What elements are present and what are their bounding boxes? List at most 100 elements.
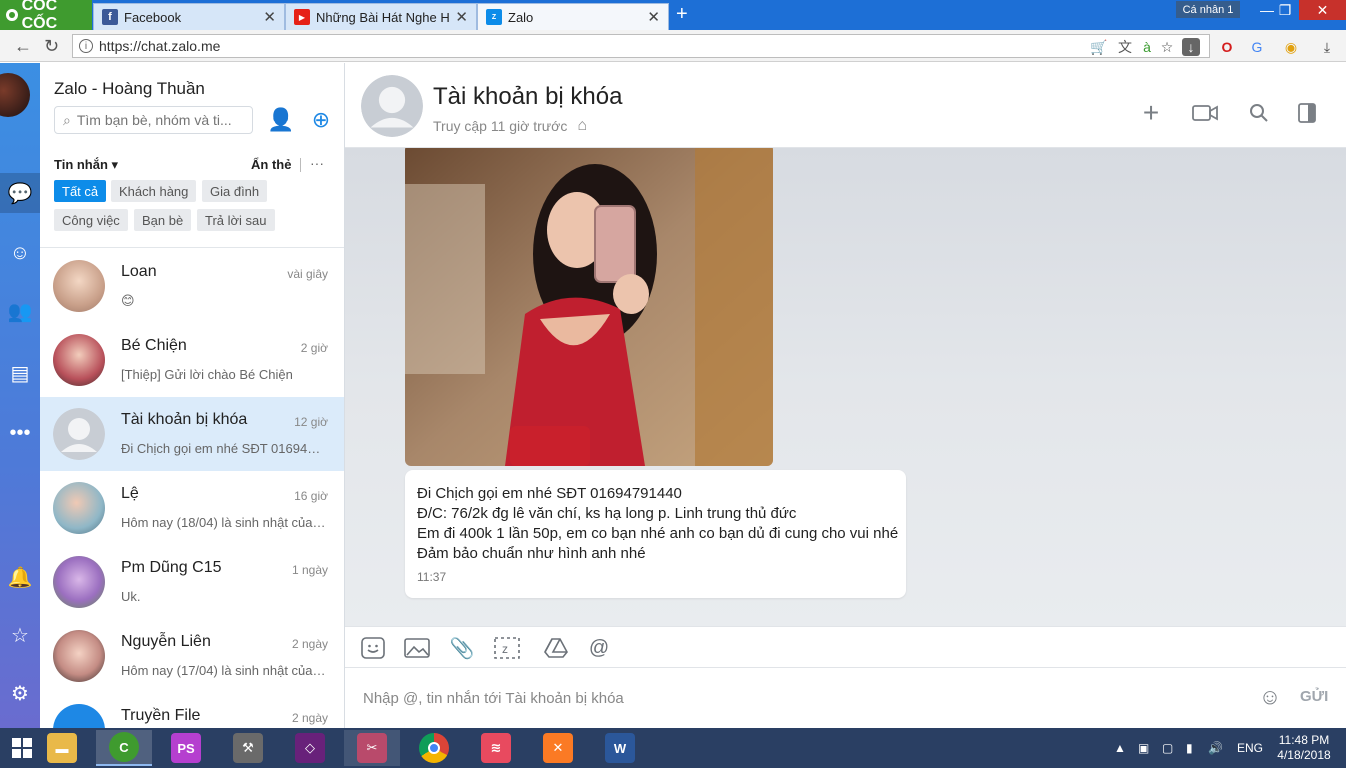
language-indicator[interactable]: ENG [1237, 728, 1263, 768]
signal-icon[interactable]: ▮ [1186, 728, 1193, 768]
emoji-icon[interactable]: ☺ [1257, 684, 1283, 710]
tools-icon[interactable]: ⚒ [220, 730, 276, 766]
tag-icon[interactable]: ⌂ [577, 117, 587, 135]
chip-reply-later[interactable]: Trả lời sau [197, 209, 275, 231]
bookmark-star-icon[interactable]: ☆ [1158, 38, 1176, 56]
google-translate-icon[interactable]: G [1248, 38, 1266, 56]
search-icon: ⌕ [63, 111, 71, 128]
site-info-icon[interactable]: i [79, 39, 93, 53]
message-filter-dropdown[interactable]: Tin nhắn ▾ [54, 157, 118, 173]
star-icon[interactable]: ☆ [0, 615, 40, 655]
security-icon[interactable]: ▢ [1162, 728, 1173, 768]
create-group-icon[interactable]: ⊕ [308, 107, 334, 133]
image-icon[interactable] [403, 635, 431, 661]
hide-tags-button[interactable]: Ẩn thẻ [251, 157, 291, 172]
close-icon[interactable]: ✕ [455, 8, 468, 26]
chrome-extension-icon[interactable]: ◉ [1282, 38, 1300, 56]
coccoc-browser-icon[interactable]: C [96, 730, 152, 766]
chip-work[interactable]: Công việc [54, 209, 128, 231]
chip-family[interactable]: Gia đình [202, 180, 268, 202]
new-tab-button[interactable]: + [676, 4, 688, 24]
file-explorer-icon[interactable]: ▬ [34, 730, 90, 766]
conversation-item[interactable]: Pm Dũng C15 1 ngày Uk. [40, 545, 344, 619]
download-arrow-icon[interactable]: ↓ [1182, 38, 1200, 56]
google-drive-icon[interactable] [542, 635, 570, 661]
visual-studio-icon[interactable]: ◇ [282, 730, 338, 766]
search-box[interactable]: ⌕ [54, 106, 253, 134]
coccoc-logo-icon [6, 9, 18, 21]
tab-facebook[interactable]: f Facebook ✕ [93, 3, 285, 30]
toggle-sidebar-icon[interactable] [1293, 99, 1321, 127]
coccoc-logo-text: CỐC CỐC [21, 0, 58, 32]
message-input[interactable] [363, 686, 1243, 710]
conversation-item[interactable]: Lệ 16 giờ Hôm nay (18/04) là sinh nhật c… [40, 471, 344, 545]
translate-icon[interactable]: 文 [1116, 38, 1134, 56]
url-field[interactable]: i https://chat.zalo.me [72, 34, 1210, 58]
coccoc-logo[interactable]: CỐC CỐC [0, 0, 92, 32]
messages-icon[interactable]: 💬 [0, 173, 40, 213]
conversation-item[interactable]: Bé Chiện 2 giờ [Thiệp] Gửi lời chào Bé C… [40, 323, 344, 397]
cart-icon[interactable]: 🛒 [1090, 38, 1108, 56]
close-icon[interactable]: ✕ [263, 8, 276, 26]
chat-avatar[interactable] [361, 75, 423, 137]
conversation-item[interactable]: Truyền File 2 ngày [40, 693, 344, 728]
more-options-icon[interactable]: ··· [310, 155, 324, 171]
search-input[interactable] [76, 112, 237, 128]
attachment-icon[interactable]: 📎 [448, 635, 476, 661]
search-icon[interactable] [1245, 99, 1273, 127]
notification-bell-icon[interactable]: 🔔 [0, 557, 40, 597]
conversation-time: vài giây [287, 267, 328, 281]
tab-zalo[interactable]: Z Zalo ✕ [477, 3, 669, 30]
contacts-icon[interactable]: ☺ [0, 233, 40, 273]
phpstorm-icon[interactable]: PS [158, 730, 214, 766]
chip-all[interactable]: Tất cả [54, 180, 107, 202]
opera-icon[interactable]: O [1218, 38, 1236, 56]
chip-customers[interactable]: Khách hàng [111, 180, 197, 202]
conversation-time: 16 giờ [294, 489, 328, 503]
conversation-item-active[interactable]: Tài khoản bị khóa 12 giờ Đi Chịch gọi em… [40, 397, 344, 471]
network-icon[interactable]: ▣ [1138, 728, 1149, 768]
tab-youtube[interactable]: ▶ Những Bài Hát Nghe Hay ✕ [285, 3, 477, 30]
volume-icon[interactable]: 🔊 [1208, 728, 1223, 768]
sticker-icon[interactable] [359, 635, 387, 661]
back-arrow-icon[interactable]: ← [14, 36, 32, 57]
groups-icon[interactable]: 👥 [0, 291, 40, 331]
close-icon[interactable]: ✕ [647, 8, 660, 26]
avatar [53, 630, 105, 682]
conversation-name: Truyền File [121, 707, 201, 724]
restore-icon[interactable]: ❐ [1270, 0, 1300, 20]
mention-icon[interactable]: @ [585, 635, 613, 661]
conversation-item[interactable]: Nguyễn Liên 2 ngày Hôm nay (17/04) là si… [40, 619, 344, 693]
message-photo[interactable] [405, 148, 773, 466]
message-bubble[interactable]: Đi Chịch gọi em nhé SĐT 01694791440 Đ/C:… [405, 470, 906, 598]
notes-icon[interactable]: ▤ [0, 353, 40, 393]
screenshot-icon[interactable]: z [493, 635, 521, 661]
chip-friends[interactable]: Bạn bè [134, 209, 192, 231]
database-app-icon[interactable]: ≋ [468, 730, 524, 766]
window-close-icon[interactable]: ✕ [1299, 0, 1346, 20]
chrome-icon[interactable] [406, 730, 462, 766]
conversation-time: 1 ngày [291, 563, 328, 577]
tray-expand-icon[interactable]: ▲ [1114, 728, 1126, 768]
my-avatar[interactable] [0, 73, 30, 117]
video-call-icon[interactable] [1191, 99, 1219, 127]
conversation-time: 2 ngày [291, 711, 328, 725]
more-icon[interactable]: ••• [0, 413, 40, 453]
tab-label: Facebook [124, 9, 182, 25]
conversation-time: 2 ngày [291, 637, 328, 651]
send-button[interactable]: GỬI [1300, 688, 1328, 705]
download-icon[interactable]: ⤓ [1318, 38, 1336, 56]
clock[interactable]: 11:48 PM 4/18/2018 [1268, 733, 1340, 763]
vietnamese-input-icon[interactable]: à [1138, 38, 1156, 56]
profile-badge[interactable]: Cá nhân 1 [1176, 1, 1240, 18]
reload-icon[interactable]: ↻ [44, 36, 59, 57]
conversation-item[interactable]: Loan vài giây 😊 [40, 249, 344, 323]
add-member-icon[interactable]: + [1137, 97, 1165, 128]
word-icon[interactable]: W [592, 730, 648, 766]
xampp-icon[interactable]: ✕ [530, 730, 586, 766]
conversation-name: Nguyễn Liên [121, 633, 211, 650]
snipping-tool-icon[interactable]: ✂ [344, 730, 400, 766]
settings-gear-icon[interactable]: ⚙ [0, 673, 40, 713]
add-friend-icon[interactable]: 👤 [267, 107, 294, 133]
conversation-preview: 😊 [121, 293, 135, 308]
